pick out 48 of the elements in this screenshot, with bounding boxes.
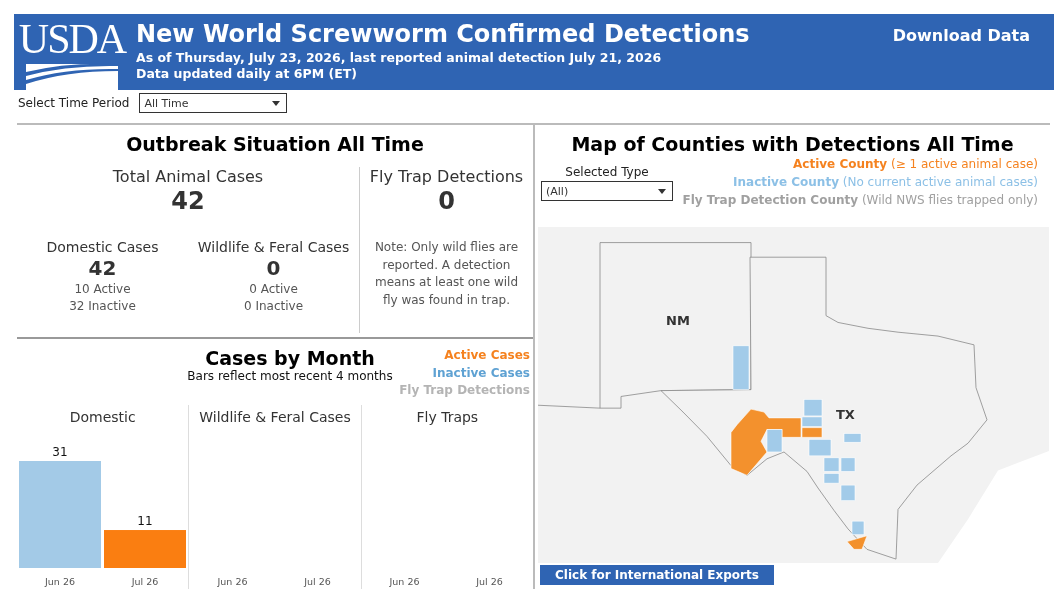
dashboard-title: New World Screwworm Confirmed Detections [136,19,751,50]
section-title: Outbreak Situation All Time [126,133,424,155]
legend-item: Inactive County (No current active animal cases) [733,174,1038,191]
month-label: Jun 26 [217,576,248,587]
stat-value: 0 [438,186,455,217]
stat-value: 42 [88,255,117,282]
month-label: Jul 26 [131,576,158,587]
stat-detail: 32 Inactive [69,298,136,316]
chart-title: Fly Traps [416,409,479,425]
chart-title: Domestic [69,409,136,425]
time-period-dropdown[interactable]: All Time [139,93,288,113]
state-label: TX [836,407,855,422]
section-subtitle: Bars reflect most recent 4 months [187,369,393,383]
stat-label: Fly Trap Detections [369,167,524,186]
legend-item: Fly Trap Detection County (Wild NWS flies trapped only) [682,192,1038,209]
stat-label: Wildlife & Feral Cases [197,239,350,256]
stat-value: 0 [266,255,281,282]
stat-value: 42 [171,186,205,217]
caret-icon [658,188,666,194]
month-label: Jun 26 [389,576,420,587]
filter-label: Selected Type [565,165,649,179]
legend-item: Inactive Cases [432,364,530,382]
subtitle-line: Data updated daily at 6PM (ET) [136,66,358,82]
stat-label: Domestic Cases [46,239,159,256]
legend-item: Active Cases [444,347,530,364]
section-title: Cases by Month [205,347,375,369]
international-exports-button[interactable]: Click for International Exports [540,565,774,585]
subtitle-line: As of Thursday, July 23, 2026, last reported animal detection July 21, 2026 [136,50,663,66]
note-text: Note: Only wild flies are reported. A detection means at least one wild fly was found in trap. [373,239,520,309]
bar-value-label: 31 [52,445,68,459]
stat-detail: 0 Inactive [243,298,304,316]
month-label: Jun 26 [44,576,75,587]
section-title: Map of Counties with Detections All Time [571,133,1014,155]
month-label: Jul 26 [476,576,504,587]
state-label: NM [666,313,690,328]
stat-detail: 0 Active [249,281,298,299]
filter-label: Select Time Period [18,96,130,110]
download-link[interactable]: Download Data [892,26,1030,45]
legend-item: Active County (≥ 1 active animal case) [793,156,1038,173]
chart-title: Wildlife & Feral Cases [199,409,351,425]
legend-item: Fly Trap Detections [399,382,530,399]
bar-value-label: 11 [137,514,153,529]
caret-icon [272,100,281,106]
stat-label: Total Animal Cases [112,167,264,186]
stat-detail: 10 Active [74,281,131,299]
month-label: Jul 26 [304,576,331,587]
type-dropdown[interactable]: (All) [541,181,673,201]
usda-logo: USDA [20,18,124,90]
